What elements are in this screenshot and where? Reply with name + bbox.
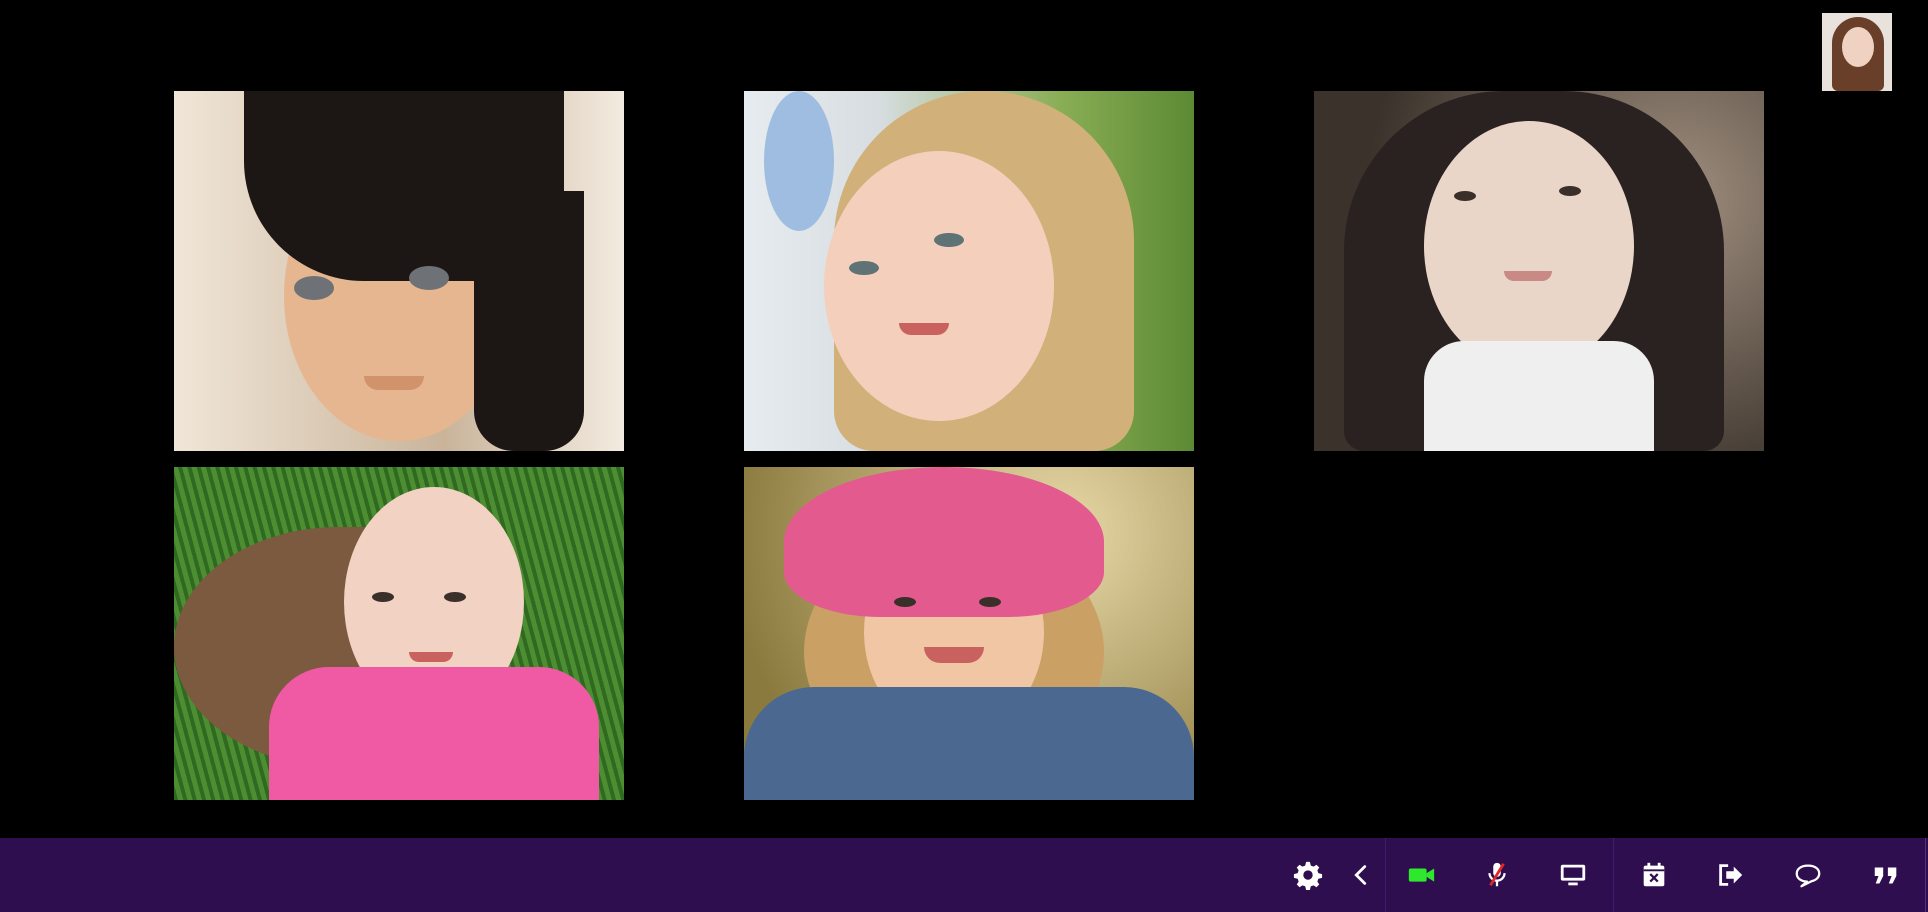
leave-icon[interactable] — [1695, 838, 1765, 912]
quote-icon[interactable] — [1851, 838, 1921, 912]
self-view-thumbnail[interactable] — [1822, 13, 1892, 91]
calendar-close-icon[interactable] — [1619, 838, 1689, 912]
camera-icon[interactable] — [1386, 838, 1456, 912]
participant-tile[interactable] — [174, 467, 624, 800]
participant-tile[interactable] — [1314, 91, 1764, 451]
participant-tile[interactable] — [174, 91, 624, 451]
participant-tile[interactable] — [744, 467, 1194, 800]
screen-share-icon[interactable] — [1538, 838, 1608, 912]
chat-icon[interactable] — [1773, 838, 1843, 912]
microphone-muted-icon[interactable] — [1462, 838, 1532, 912]
participant-tile[interactable] — [744, 91, 1194, 451]
call-toolbar — [0, 838, 1928, 912]
